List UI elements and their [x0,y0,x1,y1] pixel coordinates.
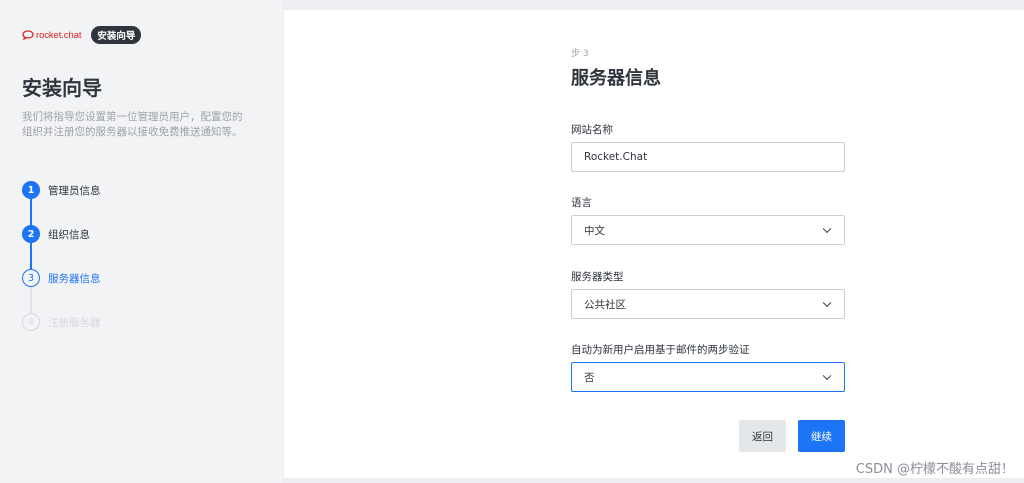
site-name-input[interactable]: Rocket.Chat [571,142,845,172]
step-number: 3 [22,269,40,287]
chevron-down-icon [822,371,832,381]
two-factor-select[interactable]: 否 [571,362,845,392]
server-type-select[interactable]: 公共社区 [571,289,845,319]
language-value: 中文 [584,224,605,237]
brand-header: rocket.chat 安装向导 [22,26,142,44]
step-connector [30,199,32,225]
continue-button[interactable]: 继续 [798,420,845,452]
wizard-badge: 安装向导 [91,26,142,44]
logo-text: rocket.chat [36,29,82,41]
step-server-info: 3 服务器信息 [22,269,101,287]
step-admin-info: 1 管理员信息 [22,181,101,199]
language-select[interactable]: 中文 [571,215,845,245]
step-label: 组织信息 [48,228,90,241]
main-card: 步 3 服务器信息 网站名称 Rocket.Chat 语言 中文 服务器类型 公… [284,10,1024,478]
sidebar-description: 我们将指导您设置第一位管理员用户，配置您的组织并注册您的服务器以接收免费推送通知… [22,111,243,138]
step-register-server: 4 注册服务器 [22,313,101,331]
back-button[interactable]: 返回 [739,420,786,452]
step-connector [30,243,32,269]
site-name-value: Rocket.Chat [584,151,648,163]
rocket-chat-logo-icon [22,30,34,40]
step-label: 注册服务器 [48,316,101,329]
server-type-label: 服务器类型 [571,271,624,283]
server-info-form: 步 3 服务器信息 网站名称 Rocket.Chat 语言 中文 服务器类型 公… [571,46,845,452]
step-caption: 步 3 [571,49,589,59]
step-connector [30,287,32,313]
step-number: 1 [22,181,40,199]
chevron-down-icon [822,224,832,234]
site-name-label: 网站名称 [571,124,613,136]
csdn-watermark: CSDN @柠檬不酸有点甜！ [855,462,1014,477]
step-label: 管理员信息 [48,184,101,197]
step-label: 服务器信息 [48,272,101,285]
step-number: 4 [22,313,40,331]
step-organization-info: 2 组织信息 [22,225,90,243]
rocket-chat-logo: rocket.chat [22,30,81,41]
language-label: 语言 [571,197,592,209]
chevron-down-icon [822,298,832,308]
two-factor-label: 自动为新用户启用基于邮件的两步验证 [571,344,750,356]
form-title: 服务器信息 [571,68,661,89]
sidebar-title: 安装向导 [22,76,102,100]
two-factor-value: 否 [584,371,595,384]
sidebar: rocket.chat 安装向导 安装向导 我们将指导您设置第一位管理员用户，配… [0,0,283,483]
step-number: 2 [22,225,40,243]
server-type-value: 公共社区 [584,298,626,311]
